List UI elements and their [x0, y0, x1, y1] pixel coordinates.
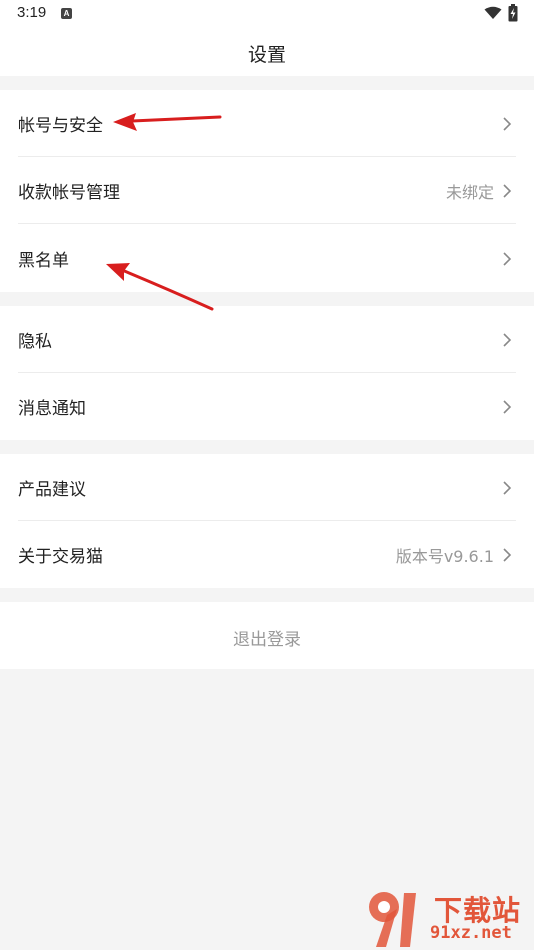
- notification-app-icon: A: [61, 8, 72, 19]
- chevron-right-icon: [503, 333, 512, 347]
- settings-group-privacy: 隐私 消息通知: [0, 306, 534, 440]
- page-title: 设置: [247, 44, 286, 66]
- logout-button[interactable]: 退出登录: [0, 602, 534, 669]
- watermark-domain: 91xz.net: [430, 923, 512, 943]
- settings-row-notifications[interactable]: 消息通知: [0, 373, 534, 440]
- chevron-right-icon: [503, 400, 512, 414]
- watermark-logo-icon: [369, 892, 416, 947]
- watermark: 下载站 91xz.net: [360, 885, 534, 950]
- row-label: 产品建议: [18, 480, 86, 500]
- chevron-right-icon: [503, 184, 512, 198]
- version-text: 版本号v9.6.1: [395, 547, 494, 566]
- row-label: 隐私: [18, 332, 52, 352]
- wifi-icon: [484, 6, 502, 19]
- battery-charging-icon: [508, 4, 518, 22]
- chevron-right-icon: [503, 481, 512, 495]
- settings-row-privacy[interactable]: 隐私: [0, 306, 534, 373]
- status-bar: 3:19 A: [0, 0, 534, 30]
- settings-row-about[interactable]: 关于交易猫 版本号v9.6.1: [0, 521, 534, 588]
- settings-group-account: 帐号与安全 收款帐号管理 未绑定 黑名单: [0, 90, 534, 292]
- divider: [18, 223, 516, 224]
- row-label: 黑名单: [18, 251, 69, 271]
- logout-label: 退出登录: [233, 630, 301, 650]
- row-label: 消息通知: [18, 399, 86, 419]
- chevron-right-icon: [503, 548, 512, 562]
- title-bar: 设置: [0, 30, 534, 76]
- settings-group-about: 产品建议 关于交易猫 版本号v9.6.1: [0, 454, 534, 588]
- settings-row-account-security[interactable]: 帐号与安全: [0, 90, 534, 157]
- row-label: 关于交易猫: [18, 547, 103, 567]
- chevron-right-icon: [503, 117, 512, 131]
- status-time: 3:19: [17, 4, 47, 21]
- row-label: 帐号与安全: [18, 116, 103, 136]
- row-value: 未绑定: [445, 183, 494, 202]
- settings-row-payment-accounts[interactable]: 收款帐号管理 未绑定: [0, 157, 534, 224]
- settings-row-feedback[interactable]: 产品建议: [0, 454, 534, 521]
- row-label: 收款帐号管理: [18, 183, 120, 203]
- settings-row-blacklist[interactable]: 黑名单: [0, 225, 534, 292]
- chevron-right-icon: [503, 252, 512, 266]
